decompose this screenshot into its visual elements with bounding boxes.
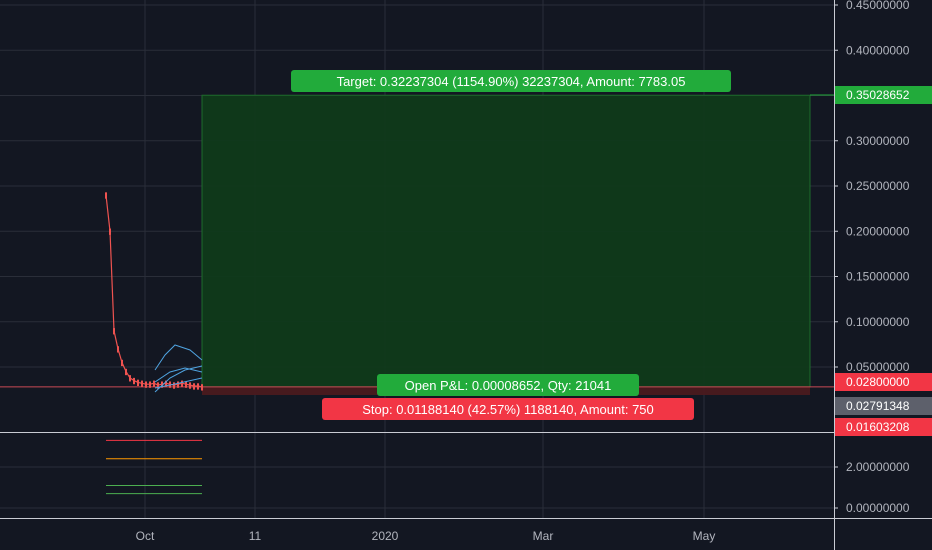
indicator-tick-label: 2.00000000 — [846, 460, 910, 474]
indicator-tick-label: 0.00000000 — [846, 501, 910, 515]
time-axis-label: 11 — [249, 529, 262, 543]
target-label-text: Target: 0.32237304 (1154.90%) 32237304, … — [337, 74, 686, 89]
price-tag-label: 0.01603208 — [846, 420, 910, 434]
price-tick-label: 0.20000000 — [846, 224, 910, 238]
time-axis-label: May — [693, 529, 716, 543]
time-axis-label: 2020 — [372, 529, 399, 543]
price-tick-label: 0.45000000 — [846, 0, 910, 12]
price-tag-label: 0.35028652 — [846, 88, 910, 102]
stop-label[interactable]: Stop: 0.01188140 (42.57%) 1188140, Amoun… — [322, 398, 694, 420]
time-axis-label: Mar — [533, 529, 554, 543]
price-tick-label: 0.10000000 — [846, 315, 910, 329]
pnl-label-text: Open P&L: 0.00008652, Qty: 21041 — [405, 378, 612, 393]
time-axis-label: Oct — [136, 529, 155, 543]
target-label[interactable]: Target: 0.32237304 (1154.90%) 32237304, … — [291, 70, 731, 92]
price-tick-label: 0.15000000 — [846, 270, 910, 284]
stop-label-text: Stop: 0.01188140 (42.57%) 1188140, Amoun… — [362, 402, 654, 417]
price-tick-label: 0.05000000 — [846, 360, 910, 374]
price-tag-label: 0.02791348 — [846, 399, 910, 413]
profit-zone[interactable] — [201, 94, 811, 388]
pnl-label[interactable]: Open P&L: 0.00008652, Qty: 21041 — [377, 374, 639, 396]
price-tick-label: 0.30000000 — [846, 134, 910, 148]
price-tick-label: 0.25000000 — [846, 179, 910, 193]
price-tag-label: 0.02800000 — [846, 375, 910, 389]
price-tick-label: 0.40000000 — [846, 43, 910, 57]
trading-chart[interactable]: 0.450000000.400000000.350000000.30000000… — [0, 0, 932, 550]
